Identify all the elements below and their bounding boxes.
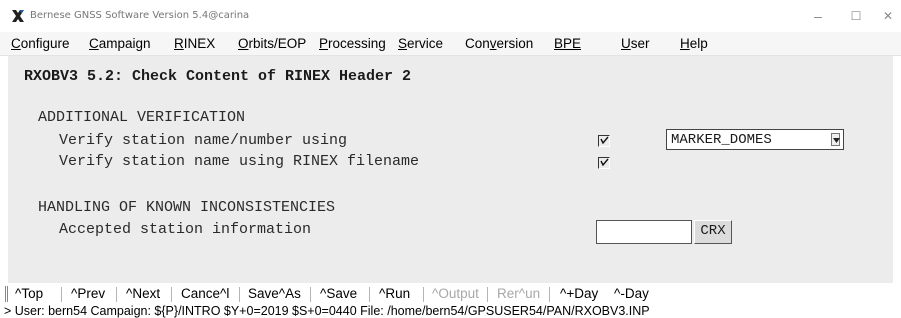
- output-button[interactable]: ^Output: [432, 286, 479, 301]
- status-text: > User: bern54 Campaign: ${P}/INTRO $Y+0…: [4, 305, 650, 318]
- menu-user[interactable]: User: [621, 36, 650, 51]
- close-button[interactable]: ✕: [873, 7, 901, 25]
- toolbar-separator: [171, 287, 172, 302]
- toolbar-separator: [61, 287, 62, 302]
- top-button[interactable]: ^Top: [15, 286, 43, 301]
- save-button[interactable]: ^Save: [320, 286, 357, 301]
- run-button[interactable]: ^Run: [379, 286, 410, 301]
- accepted-station-information-input[interactable]: [596, 220, 692, 244]
- minimize-button[interactable]: –: [803, 7, 833, 25]
- toolbar-separator: [116, 287, 117, 302]
- menu-configure[interactable]: Configure: [11, 36, 70, 51]
- section-heading-additional-verification: ADDITIONAL VERIFICATION: [38, 109, 246, 126]
- section-heading-known-inconsistencies: HANDLING OF KNOWN INCONSISTENCIES: [38, 199, 336, 216]
- checkmark-icon: [600, 158, 609, 167]
- menu-orbits-eop[interactable]: Orbits/EOP: [238, 36, 306, 51]
- chevron-down-icon[interactable]: [831, 133, 840, 146]
- window-title: Bernese GNSS Software Version 5.4@carina: [30, 10, 250, 21]
- plus-day-button[interactable]: ^+Day: [560, 286, 598, 301]
- toolbar-separator: [423, 287, 424, 302]
- menu-service[interactable]: Service: [398, 36, 443, 51]
- toolbar-separator: [487, 287, 488, 302]
- menu-bpe[interactable]: BPE: [554, 36, 581, 51]
- menu-campaign[interactable]: Campaign: [89, 36, 151, 51]
- menu-rinex[interactable]: RINEX: [174, 36, 215, 51]
- rerun-button[interactable]: Rer^un: [497, 286, 540, 301]
- verify-station-name-filename-checkbox[interactable]: [598, 157, 610, 169]
- cancel-button[interactable]: Cance^l: [181, 286, 229, 301]
- accepted-station-information-label: Accepted station information: [59, 221, 312, 238]
- verify-station-name-number-label: Verify station name/number using: [59, 132, 348, 149]
- window-titlebar: Bernese GNSS Software Version 5.4@carina…: [0, 0, 901, 32]
- verify-station-name-number-checkbox[interactable]: [598, 135, 610, 147]
- menu-bar: Configure Campaign RINEX Orbits/EOP Proc…: [0, 32, 901, 56]
- verify-station-name-filename-label: Verify station name using RINEX filename: [59, 153, 420, 170]
- action-toolbar: ^Top ^Prev ^Next Cance^l Save^As ^Save ^…: [0, 283, 901, 305]
- checkmark-icon: [600, 136, 609, 145]
- prev-button[interactable]: ^Prev: [71, 286, 105, 301]
- minus-day-button[interactable]: ^-Day: [614, 286, 649, 301]
- save-as-button[interactable]: Save^As: [248, 286, 301, 301]
- x-logo-icon: [11, 9, 25, 23]
- input-panel: RXOBV3 5.2: Check Content of RINEX Heade…: [8, 56, 893, 283]
- crx-button[interactable]: CRX: [694, 220, 732, 244]
- toolbar-separator: [549, 287, 550, 302]
- menu-processing[interactable]: Processing: [319, 36, 386, 51]
- panel-title: RXOBV3 5.2: Check Content of RINEX Heade…: [24, 68, 412, 85]
- toolbar-separator: [369, 287, 370, 302]
- station-verification-select[interactable]: MARKER_DOMES: [666, 129, 844, 150]
- status-bar: > User: bern54 Campaign: ${P}/INTRO $Y+0…: [0, 305, 901, 318]
- toolbar-separator: [239, 287, 240, 302]
- next-button[interactable]: ^Next: [126, 286, 160, 301]
- toolbar-grip-handle[interactable]: [5, 286, 8, 302]
- toolbar-separator: [310, 287, 311, 302]
- menu-conversion[interactable]: Conversion: [465, 36, 533, 51]
- maximize-button[interactable]: ☐: [841, 7, 871, 25]
- station-verification-select-value: MARKER_DOMES: [671, 132, 772, 148]
- menu-help[interactable]: Help: [680, 36, 708, 51]
